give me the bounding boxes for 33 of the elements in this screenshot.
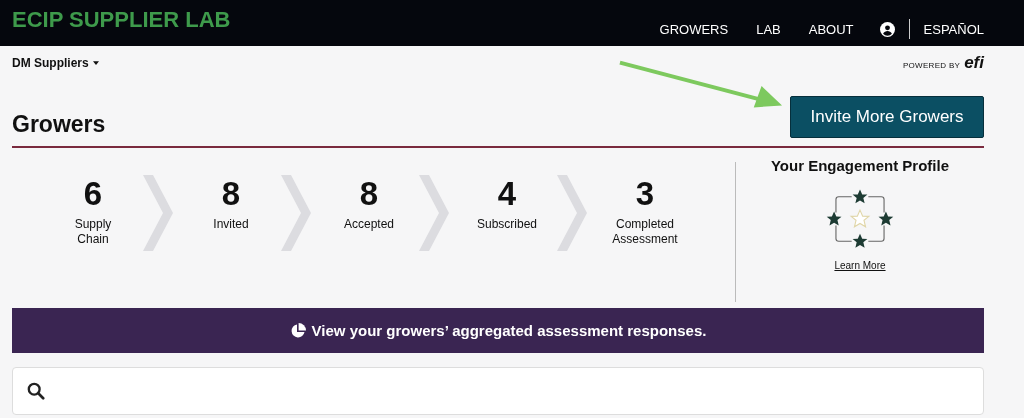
stage-label: Supply Chain <box>73 217 113 247</box>
stage-count: 6 <box>83 175 103 213</box>
language-link[interactable]: ESPAÑOL <box>923 21 984 37</box>
stage-count: 3 <box>635 175 655 213</box>
stage-label: Invited <box>213 217 249 232</box>
nav-link[interactable]: LAB <box>756 21 781 37</box>
stage-count: 8 <box>221 175 241 213</box>
stage-count: 8 <box>359 175 379 213</box>
efi-logo: efi <box>964 56 984 70</box>
brand-logo[interactable]: ECIP SUPPLIER LAB <box>12 7 231 33</box>
stage-label: Accepted <box>343 217 394 232</box>
chevron-icon <box>143 175 173 251</box>
caret-icon <box>92 61 99 65</box>
chevron-icon <box>419 175 449 251</box>
powered-by-label: POWERED BY <box>902 61 961 70</box>
stage-label: Subscribed <box>476 217 537 232</box>
stage-count: 4 <box>497 175 517 213</box>
learn-more-link[interactable]: Learn More <box>834 260 886 271</box>
search-icon <box>27 382 45 400</box>
pie-chart-icon <box>289 322 306 339</box>
organization-dropdown[interactable]: DM Suppliers <box>12 56 99 70</box>
page-title: Growers <box>12 111 106 138</box>
nav-link[interactable]: ABOUT <box>808 21 854 37</box>
chevron-icon <box>281 175 311 251</box>
chevron-icon <box>557 175 587 251</box>
nav-link[interactable]: GROWERS <box>659 21 729 37</box>
invite-button[interactable]: Invite More Growers <box>790 96 984 138</box>
search-field[interactable] <box>12 367 984 415</box>
user-account-icon[interactable] <box>879 21 895 37</box>
engagement-title: Your Engagement Profile <box>770 157 950 174</box>
assessment-banner[interactable]: View your growers’ aggregated assessment responses. <box>12 308 984 353</box>
stage-label: Completed Assessment <box>611 217 679 247</box>
banner-text: View your growers’ aggregated assessment responses. <box>311 322 707 339</box>
